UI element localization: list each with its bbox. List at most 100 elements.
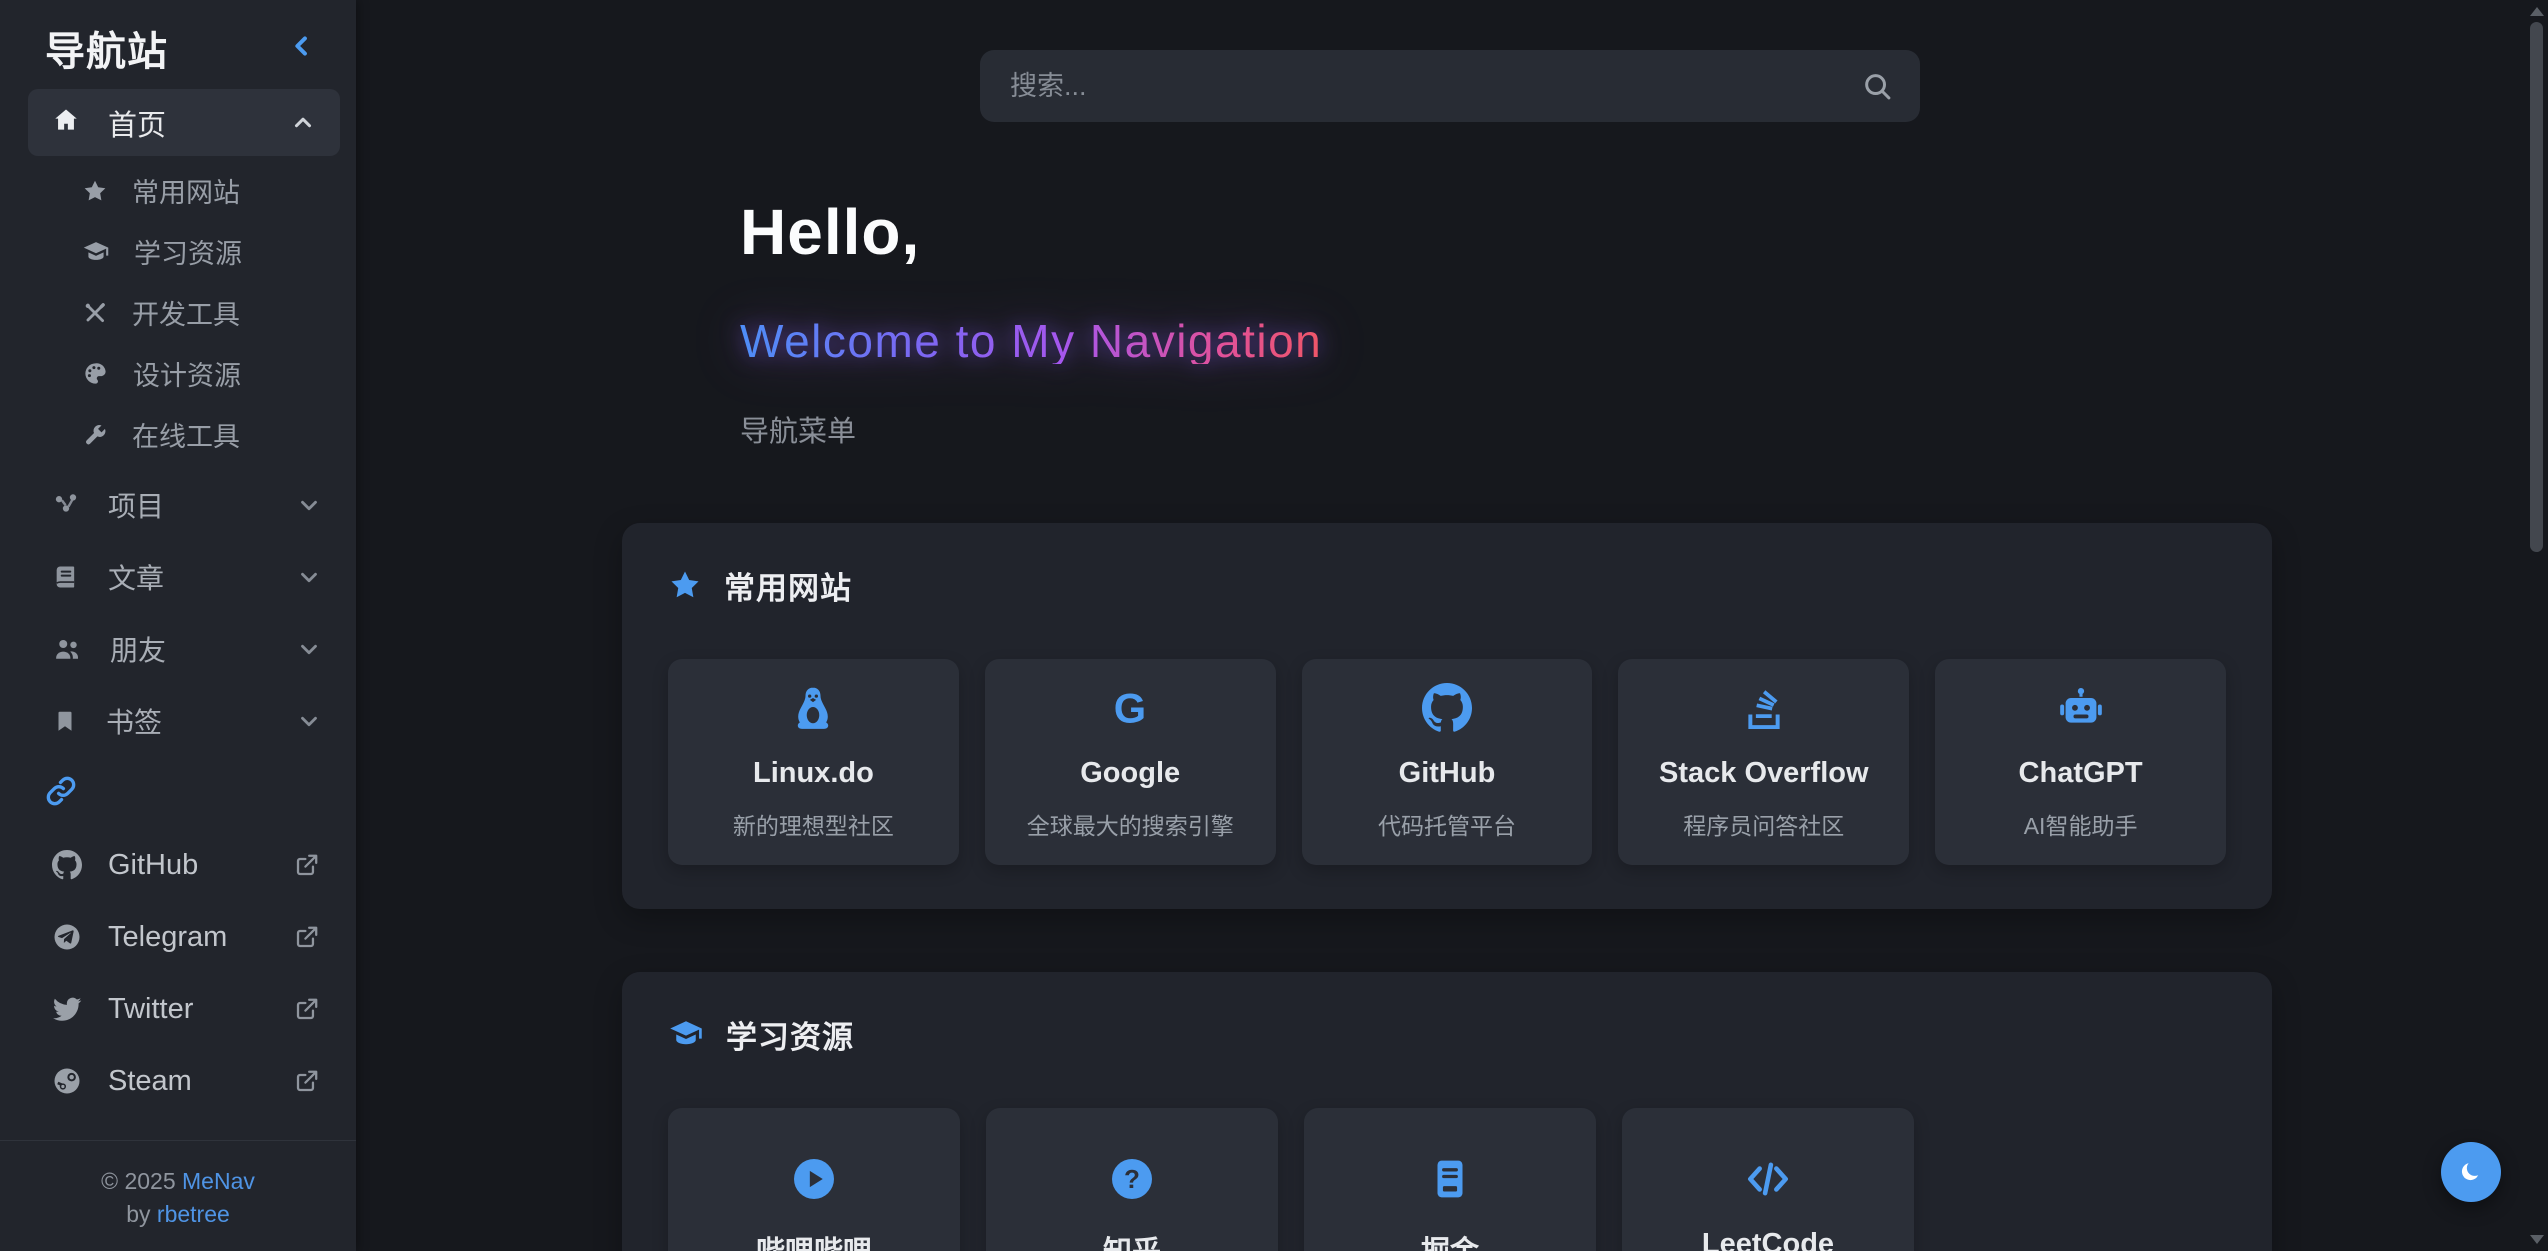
question-circle-icon: ? <box>1107 1154 1157 1204</box>
site-card-chatgpt[interactable]: ChatGPT AI智能助手 <box>1935 659 2226 865</box>
sidebar-collapse-button[interactable] <box>288 32 316 63</box>
external-links-divider <box>0 757 356 829</box>
graduation-cap-icon <box>82 238 110 266</box>
card-desc: 全球最大的搜索引擎 <box>1027 807 1234 841</box>
github-icon <box>1422 683 1472 733</box>
nav-subitem-online-tools[interactable]: 在线工具 <box>0 404 356 465</box>
nav-item-label: 文章 <box>108 557 164 597</box>
card-name: Linux.do <box>753 757 874 790</box>
card-name: 掘金 <box>1421 1228 1479 1251</box>
app: 导航站 首页 <box>0 0 2548 1251</box>
wrench-icon <box>82 422 108 448</box>
sections: 常用网站 Linux.do 新的理想型社区 G Google 全球最大的搜索引擎 <box>622 523 2272 1251</box>
book-icon <box>52 563 80 591</box>
site-card-zhihu[interactable]: ? 知乎 <box>986 1108 1278 1251</box>
scrollbar[interactable] <box>2528 0 2547 1251</box>
copyright-text: © 2025 <box>101 1168 182 1194</box>
nav-subitem-label: 设计资源 <box>133 354 241 393</box>
journal-icon <box>1425 1154 1475 1204</box>
card-name: Google <box>1080 757 1180 790</box>
site-card-github[interactable]: GitHub 代码托管平台 <box>1302 659 1593 865</box>
card-desc: AI智能助手 <box>2024 807 2138 841</box>
chevron-down-icon <box>296 636 322 662</box>
search-bar <box>980 50 1920 122</box>
chevron-up-icon <box>290 110 316 136</box>
site-card-linuxdo[interactable]: Linux.do 新的理想型社区 <box>668 659 959 865</box>
star-icon <box>82 178 108 204</box>
external-link-telegram[interactable]: Telegram <box>0 901 356 973</box>
card-name: 知乎 <box>1103 1228 1161 1251</box>
card-desc: 新的理想型社区 <box>733 807 894 841</box>
moon-icon <box>2455 1155 2487 1190</box>
external-link-icon <box>294 852 320 878</box>
nav-item-friends[interactable]: 朋友 <box>0 613 356 685</box>
section-title: 学习资源 <box>726 1012 854 1057</box>
nav-item-projects[interactable]: 项目 <box>0 469 356 541</box>
nav-subitem-design[interactable]: 设计资源 <box>0 343 356 404</box>
nav-item-articles[interactable]: 文章 <box>0 541 356 613</box>
palette-icon <box>82 360 109 387</box>
nav-subitem-label: 常用网站 <box>132 171 240 210</box>
nav-subitem-learning[interactable]: 学习资源 <box>0 221 356 282</box>
steam-icon <box>52 1066 82 1096</box>
external-link-github[interactable]: GitHub <box>0 829 356 901</box>
share-nodes-icon <box>52 491 80 519</box>
sidebar-footer: © 2025 MeNav by rbetree <box>0 1140 356 1251</box>
code-icon <box>1743 1154 1793 1204</box>
twitter-icon <box>52 994 82 1024</box>
nav-subitem-dev-tools[interactable]: 开发工具 <box>0 282 356 343</box>
card-name: LeetCode <box>1702 1228 1834 1251</box>
svg-text:G: G <box>1114 685 1146 732</box>
github-icon <box>52 850 82 880</box>
nav-item-bookmarks[interactable]: 书签 <box>0 685 356 757</box>
star-icon <box>668 568 702 602</box>
site-card-google[interactable]: G Google 全球最大的搜索引擎 <box>985 659 1276 865</box>
brand-link[interactable]: MeNav <box>182 1168 255 1194</box>
link-icon <box>45 775 77 812</box>
scrollbar-down-arrow[interactable] <box>2530 1235 2544 1244</box>
hero-greeting: Hello, <box>740 200 1322 264</box>
graduation-cap-icon <box>668 1016 704 1052</box>
search-input[interactable] <box>980 50 1920 122</box>
site-card-bilibili[interactable]: 哔哩哔哩 <box>668 1108 960 1251</box>
home-icon <box>52 106 80 139</box>
author-link[interactable]: rbetree <box>157 1201 230 1227</box>
scrollbar-thumb[interactable] <box>2530 22 2543 552</box>
sidebar-nav: 首页 常用网站 学习资源 <box>0 89 356 1140</box>
home-submenu: 常用网站 学习资源 开发工具 <box>0 160 356 465</box>
nav-item-label: 项目 <box>108 485 164 525</box>
external-link-steam[interactable]: Steam <box>0 1045 356 1117</box>
chevron-left-icon <box>288 32 316 63</box>
section-learning: 学习资源 哔哩哔哩 ? 知乎 <box>622 972 2272 1251</box>
nav-subitem-common-sites[interactable]: 常用网站 <box>0 160 356 221</box>
hero-subtitle: 导航菜单 <box>740 408 1322 450</box>
linux-icon <box>788 683 838 733</box>
search-icon[interactable] <box>1860 69 1894 103</box>
users-icon <box>52 634 82 664</box>
google-g-icon: G <box>1105 683 1155 733</box>
card-desc: 代码托管平台 <box>1378 807 1516 841</box>
section-title: 常用网站 <box>724 563 852 608</box>
external-link-icon <box>294 1068 320 1094</box>
hero-headline: Welcome to My Navigation <box>740 318 1322 364</box>
card-name: Stack Overflow <box>1659 757 1869 790</box>
nav-subitem-label: 在线工具 <box>132 415 240 454</box>
by-text: by <box>126 1201 157 1227</box>
theme-toggle-button[interactable] <box>2441 1142 2501 1202</box>
external-link-label: Twitter <box>108 993 193 1026</box>
scrollbar-up-arrow[interactable] <box>2530 7 2544 16</box>
external-link-label: GitHub <box>108 849 198 882</box>
external-link-twitter[interactable]: Twitter <box>0 973 356 1045</box>
hero: Hello, Welcome to My Navigation 导航菜单 <box>740 200 1322 450</box>
site-card-stackoverflow[interactable]: Stack Overflow 程序员问答社区 <box>1618 659 1909 865</box>
nav-subitem-label: 开发工具 <box>132 293 240 332</box>
bookmark-icon <box>52 708 78 734</box>
site-card-leetcode[interactable]: LeetCode <box>1622 1108 1914 1251</box>
site-card-juejin[interactable]: 掘金 <box>1304 1108 1596 1251</box>
section-header: 学习资源 <box>668 1016 2226 1052</box>
nav-item-home[interactable]: 首页 <box>28 89 340 156</box>
chevron-down-icon <box>296 492 322 518</box>
section-common-sites: 常用网站 Linux.do 新的理想型社区 G Google 全球最大的搜索引擎 <box>622 523 2272 909</box>
nav-subitem-label: 学习资源 <box>134 232 242 271</box>
nav-item-label: 书签 <box>106 701 162 741</box>
